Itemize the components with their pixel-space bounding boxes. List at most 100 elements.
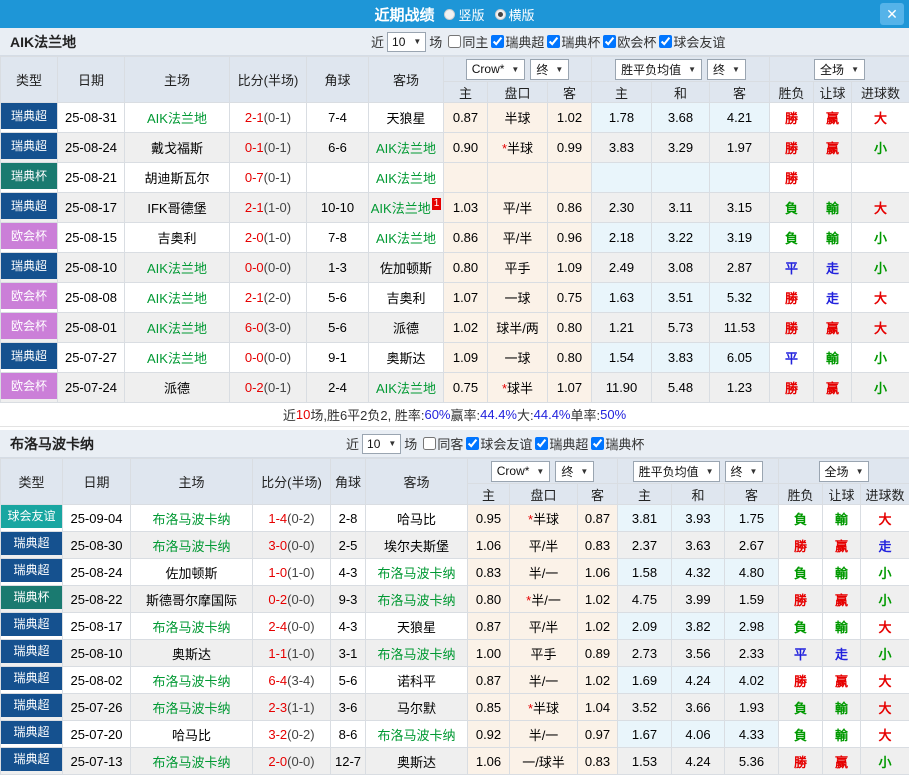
close-icon[interactable]: ✕: [880, 3, 904, 25]
scope-select[interactable]: 全场▼: [814, 59, 865, 80]
league-checkbox[interactable]: [491, 35, 504, 48]
same-venue-checkbox[interactable]: [423, 437, 436, 450]
away-team[interactable]: AIK法兰地: [369, 373, 444, 403]
scope-select[interactable]: 全场▼: [819, 461, 870, 482]
score: 2-1(2-0): [230, 283, 307, 313]
home-team[interactable]: 布洛马波卡纳: [131, 613, 253, 640]
avg-home: 2.37: [618, 532, 672, 559]
chevron-down-icon: ▼: [851, 65, 859, 74]
result: 勝: [770, 283, 814, 313]
home-team: 胡迪斯瓦尔: [125, 163, 230, 193]
titlebar: 近期战绩 竖版 横版 ✕: [0, 0, 909, 28]
home-odds: 0.87: [444, 103, 488, 133]
league-badge: 瑞典超: [1, 613, 63, 640]
away-team[interactable]: AIK法兰地: [369, 163, 444, 193]
same-venue-checkbox[interactable]: [448, 35, 461, 48]
match-count-select[interactable]: 10▼: [387, 32, 426, 52]
away-team[interactable]: 布洛马波卡纳: [366, 586, 468, 613]
handicap-result: 輸: [823, 505, 861, 532]
col-odds-away: 客: [548, 82, 592, 103]
odds-company-select[interactable]: Crow*▼: [466, 59, 526, 80]
match-date: 25-08-30: [63, 532, 131, 559]
away-team[interactable]: AIK法兰地: [369, 223, 444, 253]
home-team[interactable]: AIK法兰地: [125, 313, 230, 343]
radio-icon[interactable]: [495, 9, 506, 20]
section-header-0: AIK法兰地 近 10▼ 场 同主 瑞典超瑞典杯欧会杯球会友谊: [0, 28, 909, 56]
league-checkbox[interactable]: [466, 437, 479, 450]
away-team: 诺科平: [366, 667, 468, 694]
card-badge: 1: [432, 198, 442, 210]
away-odds: 1.02: [578, 613, 618, 640]
chevron-down-icon: ▼: [706, 467, 714, 476]
avg-draw: 3.51: [652, 283, 710, 313]
avg-away: 5.36: [725, 748, 779, 775]
result: 勝: [770, 103, 814, 133]
home-odds: 0.80: [468, 586, 510, 613]
avg-away: [710, 163, 770, 193]
layout-radio-horizontal[interactable]: 横版: [495, 5, 535, 24]
away-team: 吉奥利: [369, 283, 444, 313]
avg-away: 11.53: [710, 313, 770, 343]
home-team[interactable]: 布洛马波卡纳: [131, 532, 253, 559]
avg-type-select[interactable]: 胜平负均值▼: [633, 461, 720, 482]
away-team[interactable]: 布洛马波卡纳: [366, 721, 468, 748]
home-team[interactable]: AIK法兰地: [125, 283, 230, 313]
matches-table-0: 类型 日期 主场 比分(半场) 角球 客场 Crow*▼ 终▼ 胜平负均值▼ 终…: [0, 56, 909, 403]
col-odds-home: 主: [468, 484, 510, 505]
league-checkbox[interactable]: [659, 35, 672, 48]
avg-draw: 3.22: [652, 223, 710, 253]
avg-stage-select[interactable]: 终▼: [725, 461, 764, 482]
home-team[interactable]: 布洛马波卡纳: [131, 748, 253, 775]
score: 0-0(0-0): [230, 343, 307, 373]
avg-away: 4.02: [725, 667, 779, 694]
league-badge: 瑞典超: [1, 532, 63, 559]
away-odds: 0.97: [578, 721, 618, 748]
home-team[interactable]: 布洛马波卡纳: [131, 694, 253, 721]
away-odds: 0.75: [548, 283, 592, 313]
col-home: 主场: [131, 459, 253, 505]
away-team[interactable]: AIK法兰地: [369, 133, 444, 163]
odds-company-select[interactable]: Crow*▼: [491, 461, 551, 482]
handicap: 半/一: [510, 559, 578, 586]
score: 2-3(1-1): [253, 694, 331, 721]
home-team[interactable]: AIK法兰地: [125, 253, 230, 283]
home-odds: 1.02: [444, 313, 488, 343]
league-checkbox[interactable]: [547, 35, 560, 48]
home-team[interactable]: 布洛马波卡纳: [131, 505, 253, 532]
summary-segment: 单率:: [571, 405, 601, 424]
home-team[interactable]: AIK法兰地: [125, 343, 230, 373]
away-team: 佐加顿斯: [369, 253, 444, 283]
result: 負: [779, 505, 823, 532]
odds-stage-select[interactable]: 终▼: [530, 59, 569, 80]
result: 勝: [770, 163, 814, 193]
league-filter: 欧会杯: [603, 32, 656, 51]
league-checkbox[interactable]: [535, 437, 548, 450]
league-badge: 瑞典超: [1, 721, 63, 748]
avg-draw: 3.83: [652, 343, 710, 373]
result: 平: [779, 640, 823, 667]
away-odds: 0.86: [548, 193, 592, 223]
home-team[interactable]: 布洛马波卡纳: [131, 667, 253, 694]
away-team[interactable]: 布洛马波卡纳: [366, 559, 468, 586]
match-count-select[interactable]: 10▼: [362, 434, 401, 454]
score: 0-1(0-1): [230, 133, 307, 163]
handicap: 球半/两: [488, 313, 548, 343]
layout-radio-vertical[interactable]: 竖版: [444, 5, 484, 24]
handicap-result: 赢: [814, 133, 852, 163]
goals-result: 大: [861, 505, 909, 532]
home-team[interactable]: AIK法兰地: [125, 103, 230, 133]
away-team: 派德: [369, 313, 444, 343]
league-checkbox[interactable]: [603, 35, 616, 48]
avg-away: 2.98: [725, 613, 779, 640]
odds-stage-select[interactable]: 终▼: [555, 461, 594, 482]
col-type: 类型: [1, 459, 63, 505]
league-checkbox[interactable]: [591, 437, 604, 450]
summary-segment: 50%: [600, 407, 626, 422]
away-team[interactable]: 布洛马波卡纳: [366, 640, 468, 667]
away-team[interactable]: AIK法兰地1: [369, 193, 444, 223]
avg-stage-select[interactable]: 终▼: [707, 59, 746, 80]
goals-result: 大: [852, 283, 909, 313]
handicap-result: 走: [814, 253, 852, 283]
radio-icon[interactable]: [444, 9, 455, 20]
avg-type-select[interactable]: 胜平负均值▼: [615, 59, 702, 80]
